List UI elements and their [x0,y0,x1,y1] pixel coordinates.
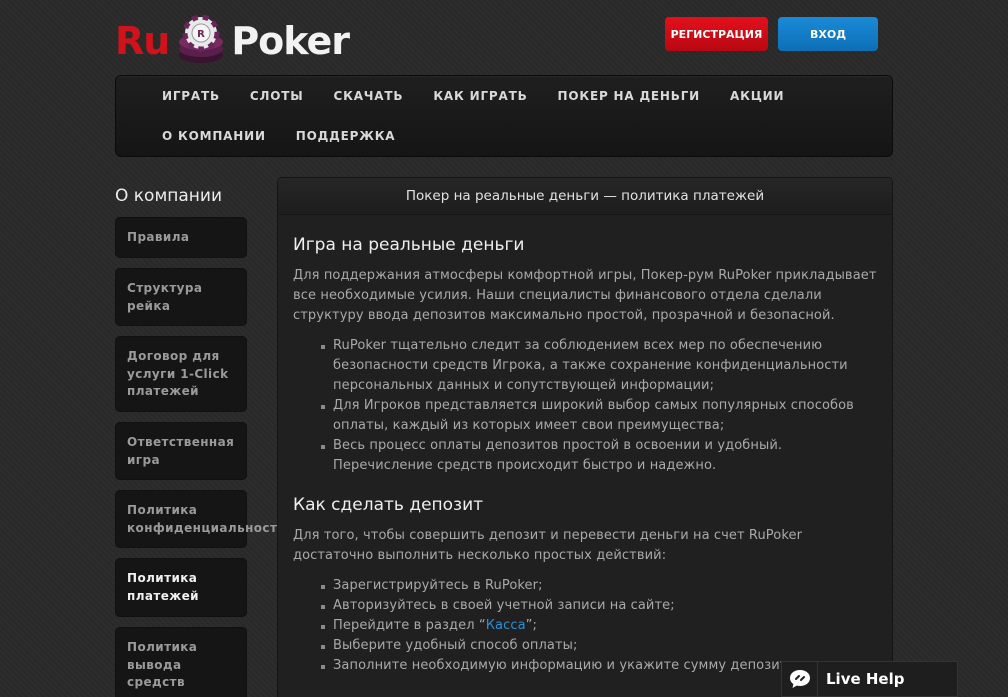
cashier-link[interactable]: Касса [486,618,526,633]
live-help-button[interactable]: Live Help [781,661,958,697]
content-panel: Покер на реальные деньги — политика плат… [277,177,893,697]
sidebar-item-label: средств [127,675,185,689]
step-text: Перейдите в раздел “ [333,618,486,633]
live-help-label: Live Help [826,670,905,688]
site-logo[interactable]: Ru R Poker [115,14,350,68]
nav-item-slots[interactable]: СЛОТЫ [250,89,304,103]
poker-chip-icon: R [179,15,224,63]
sidebar-item-withdrawal-policy[interactable]: Политика вывода средств [115,627,247,697]
nav-item-play[interactable]: ИГРАТЬ [162,89,220,103]
sidebar-item-label: платежей [127,384,199,398]
list-item: Авторизуйтесь в своей учетной записи на … [317,596,878,616]
nav-item-how-to-play[interactable]: КАК ИГРАТЬ [433,89,527,103]
logo-poker-text: Poker [231,19,350,63]
register-button[interactable]: РЕГИСТРАЦИЯ [665,17,768,51]
list-item: Перейдите в раздел “Касса”; [317,616,878,636]
nav-item-about[interactable]: О КОМПАНИИ [162,129,266,143]
sidebar-title: О компании [115,186,223,206]
svg-text:R: R [197,29,205,40]
sidebar-item-label: Политика [127,640,198,654]
bullet-list-real-money: RuPoker тщательно следит за соблюдением … [317,336,878,476]
sidebar-item-payment-policy[interactable]: Политика платежей [115,558,247,617]
nav-item-download[interactable]: СКАЧАТЬ [334,89,404,103]
sidebar-item-label: Политика [127,571,198,585]
section-title-real-money: Игра на реальные деньги [293,235,525,255]
sidebar-item-label: рейка [127,298,171,313]
sidebar-item-privacy-policy[interactable]: Политика конфиденциальности [115,490,287,548]
list-item: Зарегистрируйтесь в RuPoker; [317,576,878,596]
sidebar-item-responsible-gaming[interactable]: Ответственная игра [115,422,247,480]
chat-bubble-icon [782,661,818,697]
list-item: Весь процесс оплаты депозитов простой в … [317,436,878,476]
sidebar-item-rules[interactable]: Правила [115,217,247,258]
section-title-deposit: Как сделать депозит [293,495,484,515]
sidebar-item-label: Структура [127,281,203,295]
sidebar-item-label: вывода [127,657,182,672]
sidebar-item-label: Ответственная [127,435,235,449]
sidebar-item-label: конфиденциальности [127,520,287,535]
sidebar-item-label: Договор для [127,349,220,363]
login-button[interactable]: ВХОД [778,17,878,51]
sidebar-item-label: Политика [127,503,198,517]
nav-row-1: ИГРАТЬ СЛОТЫ СКАЧАТЬ КАК ИГРАТЬ ПОКЕР НА… [162,89,814,103]
nav-item-promotions[interactable]: АКЦИИ [730,89,784,103]
section-intro-deposit: Для того, чтобы совершить депозит и пере… [293,528,803,563]
sidebar-item-rake-structure[interactable]: Структура рейка [115,268,247,326]
sidebar-item-label: игра [127,452,160,467]
list-item: Для Игроков представляется широкий выбор… [317,396,878,436]
list-item: Выберите удобный способ оплаты; [317,636,878,656]
section-intro-real-money: Для поддержания атмосферы комфортной игр… [293,268,877,323]
step-text: ”; [525,618,537,633]
nav-row-2: О КОМПАНИИ ПОДДЕРЖКА [162,129,425,143]
sidebar-item-label: услуги 1-Click [127,366,229,381]
sidebar-item-label: платежей [127,588,199,603]
logo-ru-text: Ru [115,19,170,63]
sidebar-item-1click-agreement[interactable]: Договор для услуги 1-Click платежей [115,336,247,412]
content-header: Покер на реальные деньги — политика плат… [278,178,892,215]
nav-item-support[interactable]: ПОДДЕРЖКА [296,129,396,143]
main-nav: ИГРАТЬ СЛОТЫ СКАЧАТЬ КАК ИГРАТЬ ПОКЕР НА… [115,75,893,157]
content-body: Игра на реальные деньги Для поддержания … [278,215,892,676]
nav-item-poker-for-money[interactable]: ПОКЕР НА ДЕНЬГИ [558,89,701,103]
list-item: RuPoker тщательно следит за соблюдением … [317,336,878,396]
sidebar-item-label: Правила [127,230,190,244]
